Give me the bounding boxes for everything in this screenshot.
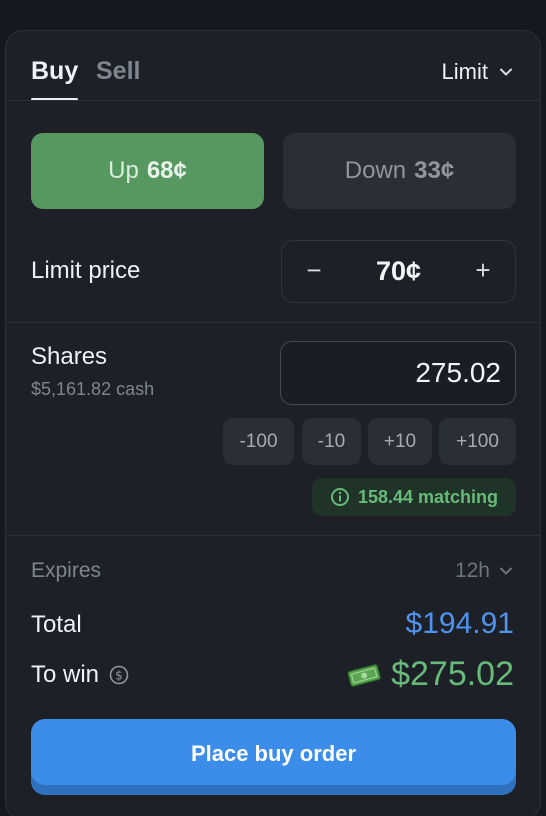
shares-input[interactable] bbox=[280, 341, 516, 405]
to-win-label: To win bbox=[31, 661, 100, 688]
matching-badge: 158.44 matching bbox=[312, 478, 516, 516]
tab-buy[interactable]: Buy bbox=[31, 57, 78, 86]
order-type-dropdown[interactable]: Limit bbox=[442, 59, 514, 85]
shares-plus-100-button[interactable]: +100 bbox=[439, 418, 516, 465]
shares-plus-10-button[interactable]: +10 bbox=[368, 418, 432, 465]
order-panel: Buy Sell Limit Up 68¢ Down 33¢ Limit pri… bbox=[5, 30, 541, 816]
expires-label: Expires bbox=[31, 559, 102, 582]
limit-price-label: Limit price bbox=[31, 257, 141, 284]
outcome-down-label: Down bbox=[344, 157, 407, 184]
limit-price-stepper: − 70¢ + bbox=[281, 240, 516, 303]
outcome-up-price: 68¢ bbox=[146, 157, 187, 184]
to-win-row-label: To win $ bbox=[31, 661, 129, 689]
dollar-circle-icon[interactable]: $ bbox=[109, 665, 129, 685]
total-value: $194.91 bbox=[405, 607, 514, 640]
outcome-down-button[interactable]: Down 33¢ bbox=[283, 133, 516, 209]
shares-minus-100-button[interactable]: -100 bbox=[223, 418, 294, 465]
to-win-value: $275.02 bbox=[391, 655, 514, 693]
matching-text: 158.44 matching bbox=[357, 486, 499, 507]
divider bbox=[6, 535, 540, 536]
to-win-value-group: $275.02 bbox=[347, 655, 514, 694]
info-icon bbox=[330, 488, 349, 506]
chevron-down-icon bbox=[500, 68, 512, 76]
expires-value: 12h bbox=[454, 559, 490, 582]
shares-minus-10-button[interactable]: -10 bbox=[302, 418, 361, 465]
order-type-label: Limit bbox=[441, 59, 488, 84]
divider bbox=[6, 322, 540, 323]
outcome-up-button[interactable]: Up 68¢ bbox=[31, 133, 264, 209]
shares-label: Shares bbox=[31, 343, 108, 370]
divider bbox=[6, 100, 540, 101]
tab-sell[interactable]: Sell bbox=[96, 57, 140, 86]
cash-balance: $5,161.82 cash bbox=[31, 379, 155, 399]
total-label: Total bbox=[31, 611, 82, 638]
chevron-down-icon bbox=[500, 567, 512, 575]
expires-dropdown[interactable]: 12h bbox=[455, 559, 514, 583]
place-order-button[interactable]: Place buy order bbox=[31, 719, 516, 795]
cash-icon bbox=[347, 663, 381, 687]
increase-price-button[interactable]: + bbox=[468, 255, 498, 286]
outcome-up-label: Up bbox=[108, 157, 139, 184]
outcome-down-price: 33¢ bbox=[414, 157, 455, 184]
svg-text:$: $ bbox=[115, 669, 123, 683]
